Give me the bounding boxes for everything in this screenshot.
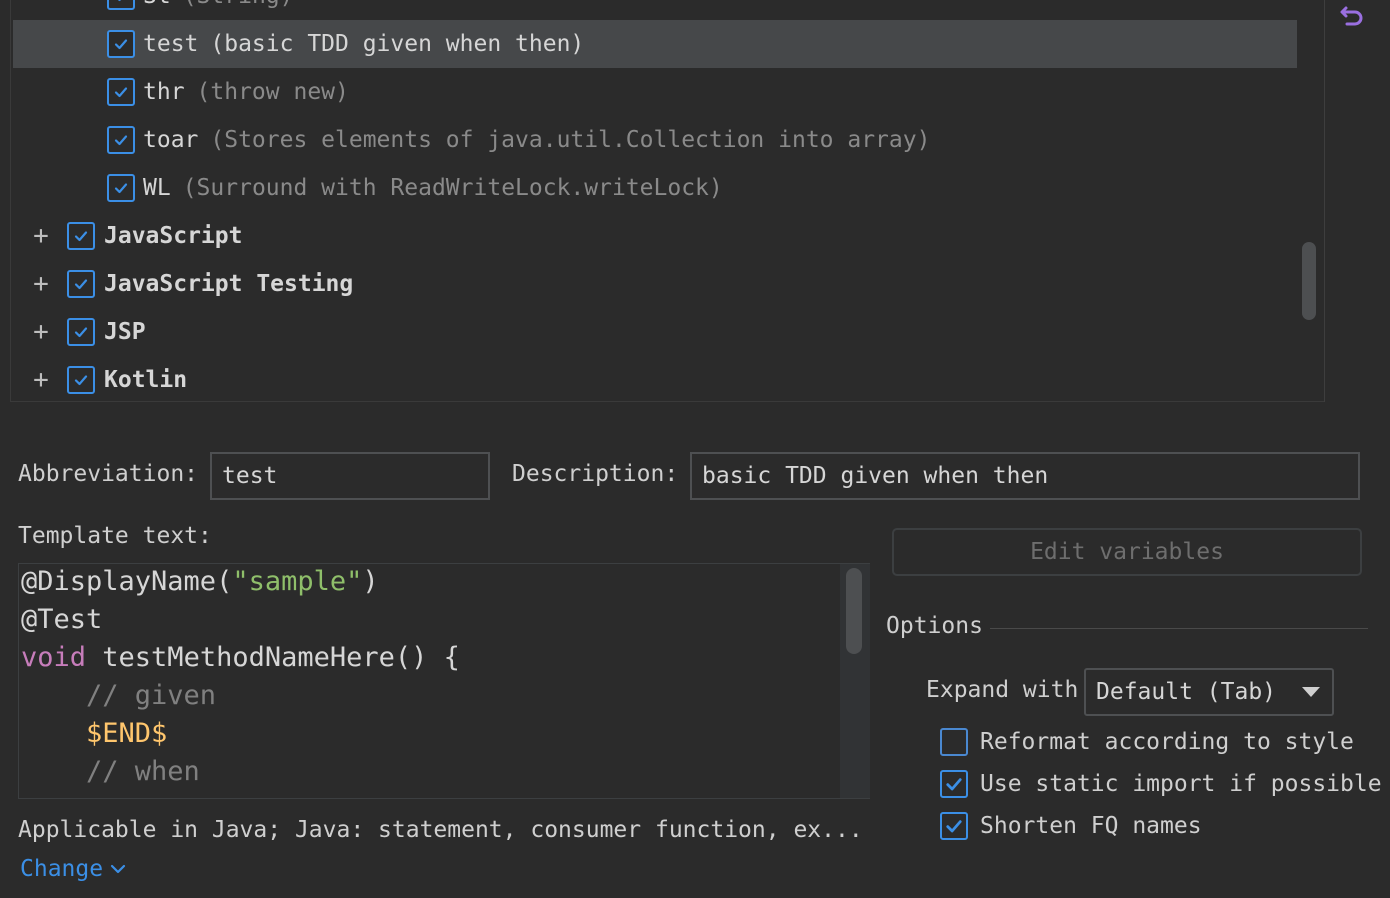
template-editor[interactable]: @DisplayName("sample") @Test void testMeth…: [18, 563, 870, 799]
code-token: ): [362, 566, 379, 597]
option-checkbox[interactable]: [940, 728, 968, 756]
check-icon: [946, 778, 962, 791]
editor-scrollbar-thumb[interactable]: [846, 568, 862, 654]
code-line: @Test: [21, 604, 102, 635]
option-row[interactable]: Reformat according to style: [940, 728, 1354, 756]
code-line: // given: [21, 680, 216, 711]
template-description: (basic TDD given when then): [210, 31, 585, 57]
template-description: (String): [183, 0, 294, 9]
template-abbreviation: toar: [143, 127, 199, 153]
template-text-label: Template text:: [18, 523, 212, 549]
item-checkbox[interactable]: [107, 174, 135, 202]
template-abbreviation: St: [143, 0, 171, 9]
item-checkbox[interactable]: [107, 30, 135, 58]
tree-item-row[interactable]: toar (Stores elements of java.util.Collec…: [13, 116, 1297, 164]
template-description: (Stores elements of java.util.Collection…: [210, 127, 931, 153]
tree-item-row[interactable]: test (basic TDD given when then): [13, 20, 1297, 68]
item-checkbox[interactable]: [107, 78, 135, 106]
item-checkbox[interactable]: [107, 0, 135, 10]
code-line: $END$: [21, 718, 167, 749]
expand-icon[interactable]: +: [32, 223, 50, 249]
applicable-contexts-text: Applicable in Java; Java: statement, con…: [18, 817, 863, 843]
code-line: @DisplayName("sample"): [21, 566, 379, 597]
chevron-down-icon: [1302, 687, 1320, 697]
expand-with-label: Expand with: [926, 677, 1079, 703]
code-line: // when: [21, 756, 200, 787]
tree-group-row[interactable]: + Kotlin: [13, 356, 1297, 401]
expand-icon[interactable]: +: [32, 319, 50, 345]
group-name: JSP: [104, 319, 146, 345]
chevron-down-icon: [110, 864, 126, 874]
group-name: JavaScript Testing: [104, 271, 354, 297]
group-checkbox[interactable]: [67, 270, 95, 298]
template-tree: St (String) test (basic TDD given when then…: [10, 0, 1374, 402]
code-token: $END$: [21, 718, 168, 749]
template-abbreviation: WL: [143, 175, 171, 201]
check-icon: [74, 279, 88, 290]
expand-with-value: Default (Tab): [1096, 679, 1277, 705]
option-row[interactable]: Shorten FQ names: [940, 812, 1202, 840]
expand-with-select[interactable]: Default (Tab): [1084, 668, 1334, 716]
code-token: // when: [21, 756, 200, 787]
template-abbreviation: thr: [143, 79, 185, 105]
edit-variables-button[interactable]: Edit variables: [892, 528, 1362, 576]
check-icon: [114, 87, 128, 98]
code-token: testMethodNameHere() {: [86, 642, 460, 673]
option-label: Use static import if possible: [980, 771, 1382, 797]
check-icon: [114, 39, 128, 50]
abbreviation-label: Abbreviation:: [18, 461, 199, 487]
tree-group-row[interactable]: + JSP: [13, 308, 1297, 356]
option-checkbox[interactable]: [940, 770, 968, 798]
code-token: @DisplayName(: [21, 566, 233, 597]
code-line: void testMethodNameHere() {: [21, 642, 460, 673]
template-abbreviation: test: [143, 31, 199, 57]
expand-icon[interactable]: +: [32, 367, 50, 393]
description-label: Description:: [512, 461, 679, 487]
check-icon: [74, 375, 88, 386]
change-link-label: Change: [20, 856, 104, 882]
check-icon: [117, 0, 121, 2]
check-icon: [74, 231, 88, 242]
expand-icon[interactable]: +: [32, 271, 50, 297]
tree-group-row[interactable]: + JavaScript: [13, 212, 1297, 260]
code-token: void: [21, 642, 87, 673]
check-icon: [946, 820, 962, 833]
change-contexts-link[interactable]: Change: [20, 856, 127, 882]
option-label: Reformat according to style: [980, 729, 1354, 755]
check-icon: [114, 183, 128, 194]
check-icon: [74, 327, 88, 338]
tree-group-row[interactable]: + JavaScript Testing: [13, 260, 1297, 308]
tree-scrollbar-thumb[interactable]: [1302, 242, 1316, 320]
item-checkbox[interactable]: [107, 126, 135, 154]
group-checkbox[interactable]: [67, 318, 95, 346]
code-token: @Test: [21, 604, 103, 635]
options-label: Options: [886, 613, 983, 639]
undo-icon[interactable]: [1338, 2, 1366, 30]
group-name: JavaScript: [104, 223, 243, 249]
description-field[interactable]: basic TDD given when then: [690, 452, 1360, 500]
options-divider: [990, 628, 1368, 629]
option-checkbox[interactable]: [940, 812, 968, 840]
code-token: // given: [21, 680, 217, 711]
tree-item-row[interactable]: WL (Surround with ReadWriteLock.writeLock…: [13, 164, 1297, 212]
tree-item-row[interactable]: thr (throw new): [13, 68, 1297, 116]
template-description: (throw new): [196, 79, 349, 105]
abbreviation-field[interactable]: test: [210, 452, 490, 500]
group-checkbox[interactable]: [67, 222, 95, 250]
template-description: (Surround with ReadWriteLock.writeLock): [182, 175, 723, 201]
tree-toolbar: [1324, 0, 1374, 402]
group-checkbox[interactable]: [67, 366, 95, 394]
option-label: Shorten FQ names: [980, 813, 1202, 839]
check-icon: [114, 135, 128, 146]
code-token: "sample": [232, 566, 363, 597]
tree-item-row[interactable]: St (String): [13, 0, 1297, 20]
option-row[interactable]: Use static import if possible: [940, 770, 1382, 798]
group-name: Kotlin: [104, 367, 188, 393]
